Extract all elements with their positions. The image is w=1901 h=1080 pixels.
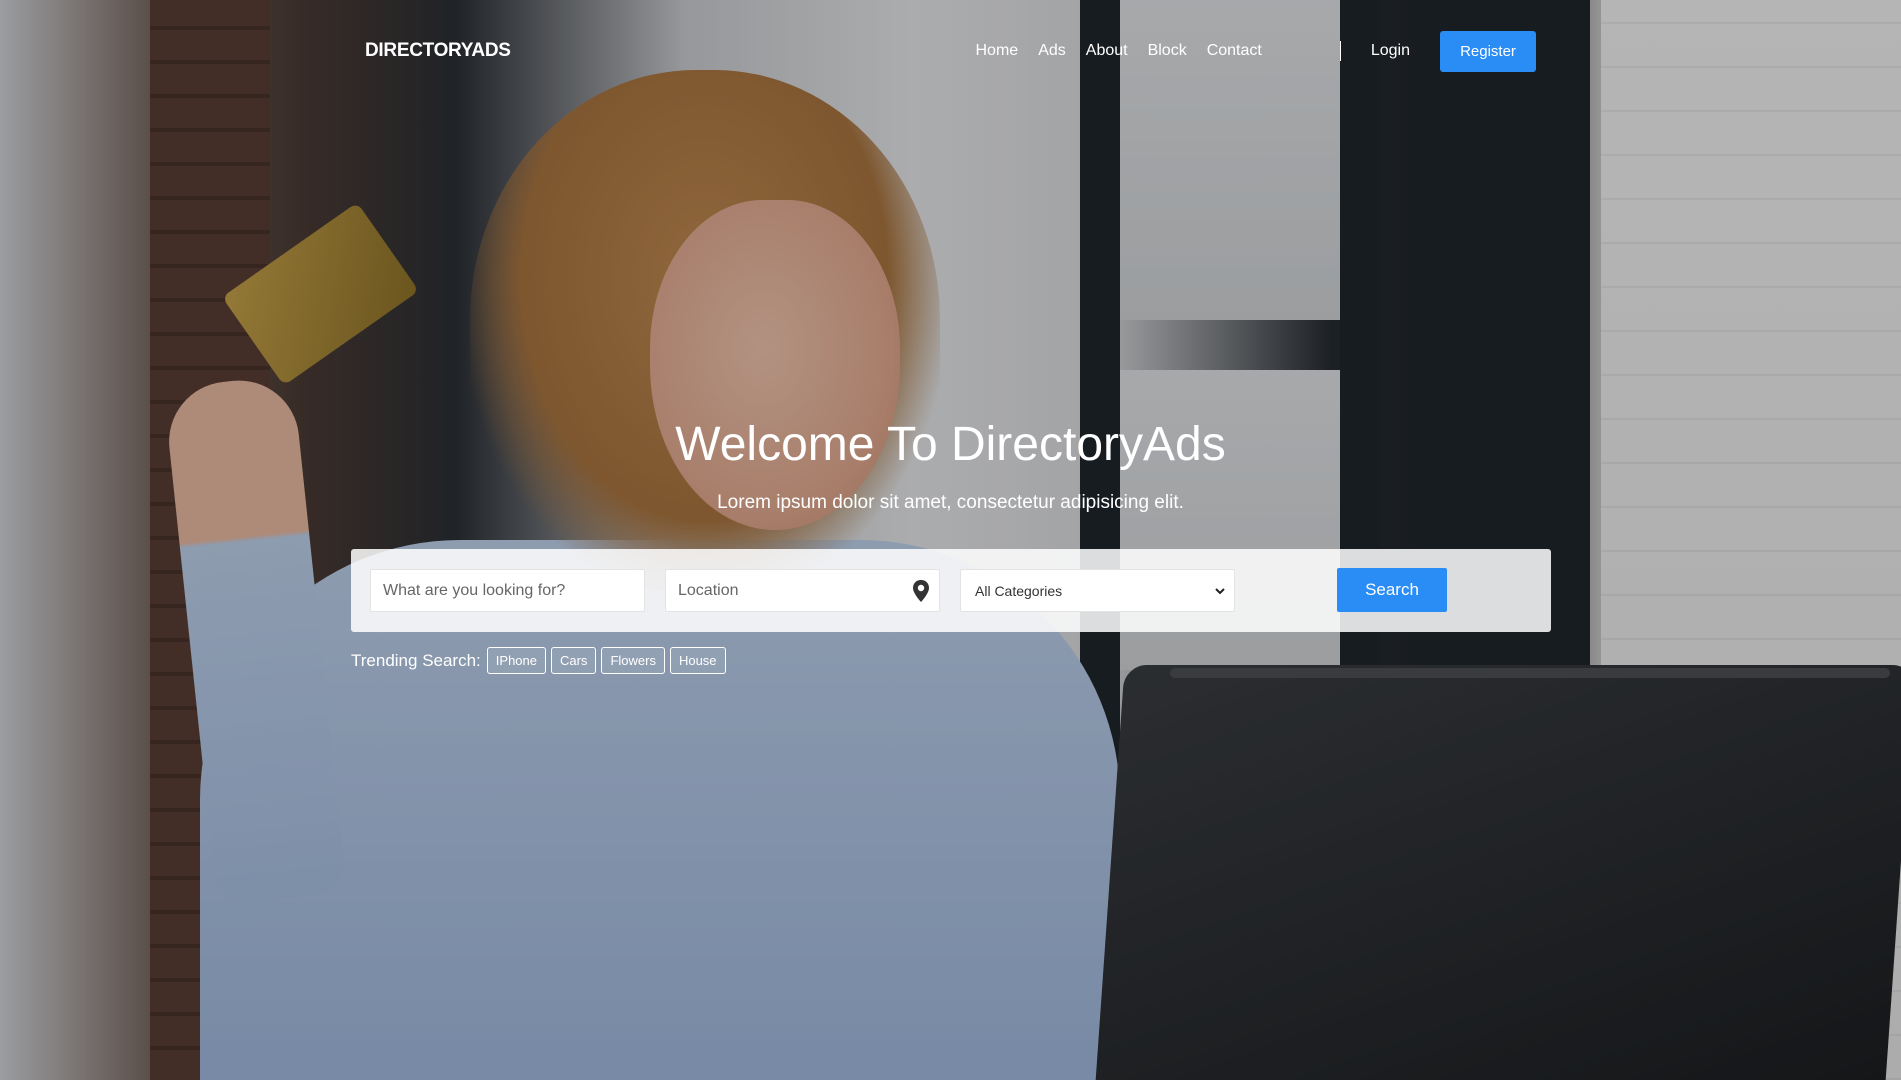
nav-divider — [1339, 41, 1341, 61]
trending-tag-house[interactable]: House — [669, 647, 726, 674]
chevron-down-icon — [1215, 588, 1225, 595]
nav-link-home[interactable]: Home — [966, 42, 1029, 60]
location-field — [665, 569, 940, 612]
map-pin-icon — [913, 580, 929, 602]
hero-overlay — [0, 0, 1901, 1080]
category-selected-value: All Categories — [975, 583, 1063, 599]
search-panel: All Categories Search — [351, 549, 1551, 632]
nav-link-block[interactable]: Block — [1138, 42, 1197, 60]
register-button[interactable]: Register — [1440, 30, 1536, 72]
nav-links: Home Ads About Block Contact Login Regis… — [966, 30, 1536, 72]
trending-tag-iphone[interactable]: IPhone — [486, 647, 546, 674]
trending-tag-cars[interactable]: Cars — [550, 647, 597, 674]
nav-link-contact[interactable]: Contact — [1197, 42, 1272, 60]
login-link[interactable]: Login — [1371, 42, 1410, 60]
search-button[interactable]: Search — [1337, 568, 1447, 612]
category-select[interactable]: All Categories — [960, 569, 1235, 612]
nav-link-about[interactable]: About — [1076, 42, 1138, 60]
hero-section: DIRECTORYADS Home Ads About Block Contac… — [0, 0, 1901, 1080]
keyword-input[interactable] — [371, 570, 644, 611]
trending-tag-flowers[interactable]: Flowers — [601, 647, 665, 674]
nav-link-ads[interactable]: Ads — [1028, 42, 1076, 60]
hero-subtitle: Lorem ipsum dolor sit amet, consectetur … — [717, 492, 1184, 513]
navbar: DIRECTORYADS Home Ads About Block Contac… — [365, 30, 1536, 72]
hero-title: Welcome To DirectoryAds — [675, 418, 1226, 471]
trending-label: Trending Search: — [351, 650, 481, 670]
keyword-field — [370, 569, 645, 612]
trending-search: Trending Search: IPhone Cars Flowers Hou… — [351, 647, 731, 674]
brand-logo[interactable]: DIRECTORYADS — [365, 40, 511, 62]
location-input[interactable] — [666, 570, 939, 611]
